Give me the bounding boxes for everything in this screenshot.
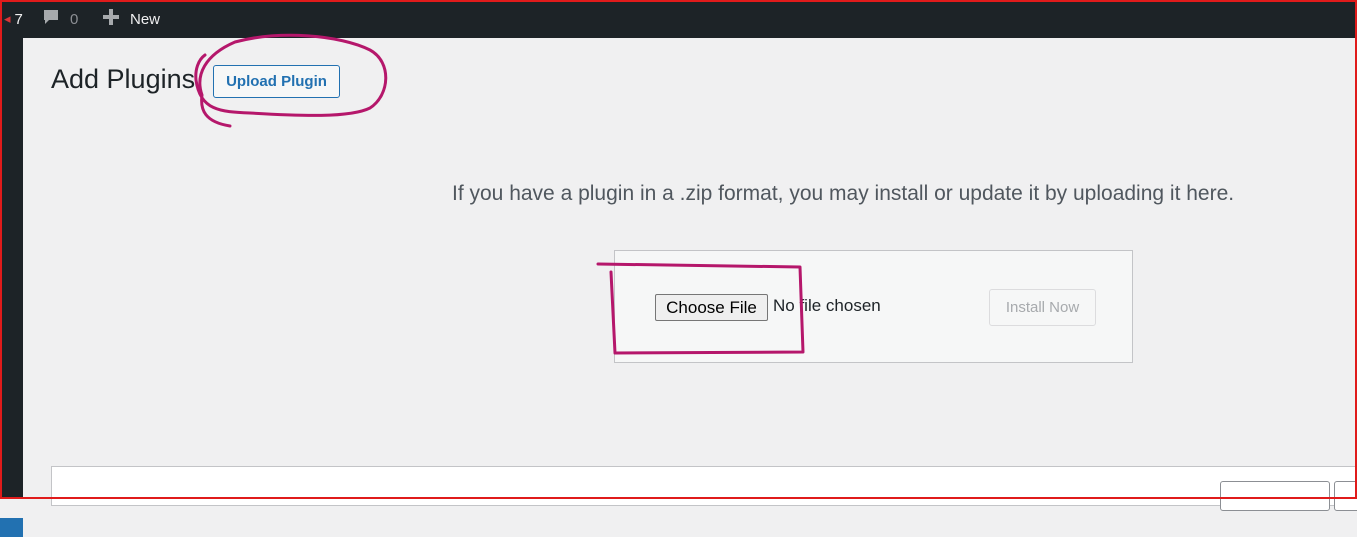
upload-plugin-button[interactable]: Upload Plugin — [213, 65, 340, 98]
updates-count: 7 — [14, 10, 23, 28]
page-title: Add Plugins — [51, 64, 196, 94]
search-type-select[interactable] — [1220, 481, 1330, 511]
updates-icon: ◂ — [4, 11, 11, 26]
admin-bar-comments[interactable]: 0 — [42, 0, 78, 38]
admin-bar: ◂ 7 0 New — [0, 0, 1357, 38]
admin-bar-updates[interactable]: ◂ 7 — [4, 0, 23, 38]
choose-file-button[interactable]: Choose File — [655, 294, 768, 321]
new-label: New — [130, 10, 161, 28]
install-now-button[interactable]: Install Now — [989, 289, 1096, 326]
file-status-text: No file chosen — [773, 296, 881, 315]
comments-count: 0 — [70, 10, 79, 28]
comment-bubble-icon — [42, 8, 60, 30]
upload-plugin-form: Choose File No file chosen Install Now — [614, 250, 1133, 363]
admin-sidebar — [0, 38, 23, 537]
admin-sidebar-active-item[interactable] — [0, 518, 23, 537]
upload-help-text: If you have a plugin in a .zip format, y… — [452, 182, 1235, 205]
admin-bar-new[interactable]: New — [102, 0, 160, 38]
search-input[interactable] — [1334, 481, 1357, 511]
plus-icon — [102, 8, 120, 30]
plugin-filter-panel — [51, 466, 1357, 511]
